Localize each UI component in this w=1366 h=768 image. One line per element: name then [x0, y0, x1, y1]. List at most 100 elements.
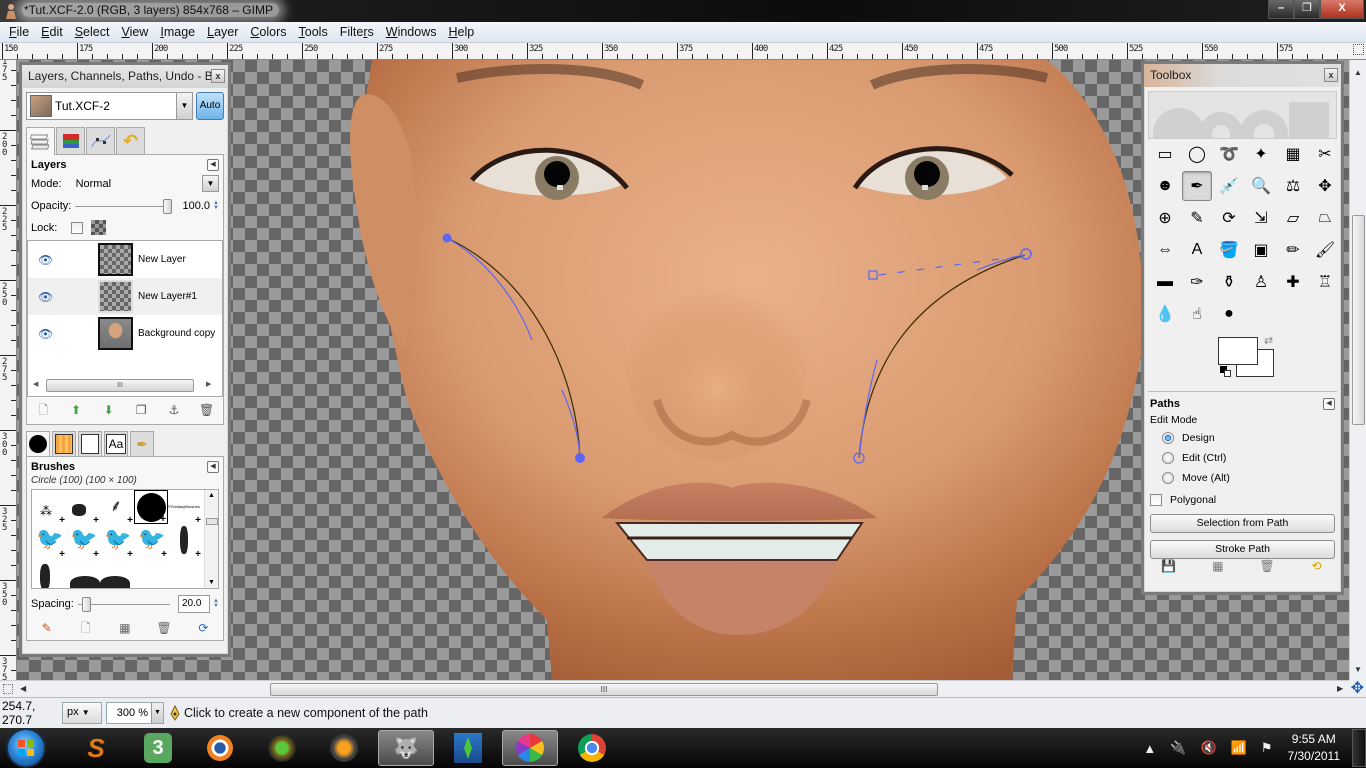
layer-row[interactable]: 👁 New Layer: [28, 241, 222, 278]
tool-measure[interactable]: ⚖: [1278, 171, 1308, 201]
menu-colors[interactable]: Colors: [244, 25, 292, 39]
tool-perspective[interactable]: ⏢: [1310, 203, 1340, 233]
tool-eraser[interactable]: ▬: [1150, 267, 1180, 297]
image-selector[interactable]: Tut.XCF-2 ▼: [26, 92, 193, 120]
scroll-up-arrow[interactable]: ▲: [1354, 68, 1362, 77]
taskbar-sims[interactable]: [440, 730, 496, 766]
vertical-scrollbar[interactable]: ▲ ▼: [1349, 44, 1366, 680]
radio-unchecked[interactable]: [1162, 452, 1174, 464]
radio-unchecked[interactable]: [1162, 472, 1174, 484]
tool-rect-select[interactable]: ▭: [1150, 139, 1180, 169]
duplicate-brush-icon[interactable]: ▦: [117, 620, 133, 636]
tool-blur-sharpen[interactable]: 💧: [1150, 299, 1180, 329]
menu-tools[interactable]: Tools: [293, 25, 334, 39]
menu-windows[interactable]: Windows: [380, 25, 443, 39]
tool-foreground-select[interactable]: ☻: [1150, 171, 1180, 201]
tool-fuzzy-select[interactable]: ✦: [1246, 139, 1276, 169]
tool-heal[interactable]: ✚: [1278, 267, 1308, 297]
lock-pixels-checkbox[interactable]: [71, 221, 84, 234]
tool-paths[interactable]: ✒: [1182, 171, 1212, 201]
horizontal-scroll-thumb[interactable]: III: [270, 683, 938, 696]
opacity-slider-handle[interactable]: [163, 198, 173, 214]
tool-clone[interactable]: ♙: [1246, 267, 1276, 297]
layer-list-scroll-thumb[interactable]: III: [46, 379, 194, 392]
start-button[interactable]: [6, 728, 46, 768]
tool-paintbrush[interactable]: 🖌: [1310, 235, 1340, 265]
brush-item[interactable]: [66, 558, 100, 588]
action-center-flag-icon[interactable]: ⚑: [1261, 740, 1273, 756]
lock-alpha-icon[interactable]: [91, 220, 107, 235]
menu-view[interactable]: View: [115, 25, 154, 39]
brush-item[interactable]: 🐦 +: [134, 524, 168, 560]
power-icon[interactable]: 🔌: [1170, 740, 1186, 756]
delete-brush-icon[interactable]: 🗑: [156, 620, 172, 636]
foreground-color-swatch[interactable]: [1218, 337, 1258, 365]
tool-free-select[interactable]: ➰: [1214, 139, 1244, 169]
anchor-point[interactable]: [442, 233, 452, 243]
swap-colors-icon[interactable]: ⇄: [1264, 334, 1273, 347]
polygonal-checkbox[interactable]: [1150, 494, 1162, 506]
minimize-button[interactable]: –: [1268, 0, 1294, 19]
spacing-value[interactable]: 20.0: [178, 595, 210, 613]
clock[interactable]: 9:55 AM 7/30/2011: [1288, 731, 1341, 765]
brush-item[interactable]: [100, 558, 134, 588]
tab-channels[interactable]: [56, 127, 85, 154]
anchor-point[interactable]: [575, 453, 585, 463]
mode-design-radio[interactable]: Design: [1144, 428, 1341, 448]
close-toolbox-button[interactable]: x: [1324, 68, 1338, 82]
mode-move-radio[interactable]: Move (Alt): [1144, 468, 1341, 488]
spacing-slider[interactable]: [77, 596, 170, 612]
mode-dropdown-arrow[interactable]: ▼: [202, 175, 219, 192]
tool-bucket-fill[interactable]: 🪣: [1214, 235, 1244, 265]
tab-undo[interactable]: ↶: [116, 127, 145, 154]
new-brush-icon[interactable]: 🗋: [78, 620, 94, 636]
tab-brushes[interactable]: [26, 431, 50, 456]
restore-button[interactable]: ❐: [1294, 0, 1320, 19]
tool-ellipse-select[interactable]: ◯: [1182, 139, 1212, 169]
quick-mask-icon[interactable]: [3, 684, 13, 694]
menu-image[interactable]: Image: [154, 25, 201, 39]
tab-patterns[interactable]: [52, 431, 76, 456]
close-button[interactable]: X: [1320, 0, 1364, 19]
show-desktop-button[interactable]: [1352, 729, 1366, 767]
brush-scrollbar[interactable]: ▲ ▼: [204, 490, 218, 588]
layer-row[interactable]: 👁 New Layer#1: [28, 278, 222, 315]
tab-gradients[interactable]: [78, 431, 102, 456]
panel-menu-button[interactable]: ◀: [207, 159, 219, 171]
tool-shear[interactable]: ▱: [1278, 203, 1308, 233]
taskbar-chrome[interactable]: [564, 730, 620, 766]
tool-flip[interactable]: ⇔: [1150, 235, 1180, 265]
delete-options-icon[interactable]: 🗑: [1259, 558, 1275, 574]
panel-menu-button[interactable]: ◀: [1323, 398, 1335, 410]
tool-airbrush[interactable]: ✑: [1182, 267, 1212, 297]
brush-item[interactable]: ⸙ +: [100, 490, 134, 526]
tool-scale[interactable]: ⇲: [1246, 203, 1276, 233]
brush-item[interactable]: 🐦 +: [32, 524, 66, 560]
panel-menu-button[interactable]: ◀: [207, 461, 219, 473]
spacing-spin-arrows[interactable]: ▲ ▼: [213, 598, 219, 609]
brush-item[interactable]: 🐦 +: [100, 524, 134, 560]
menu-help[interactable]: Help: [442, 25, 480, 39]
visibility-eye-icon[interactable]: 👁: [38, 327, 53, 341]
opacity-slider[interactable]: [75, 198, 173, 214]
tool-zoom[interactable]: 🔍: [1246, 171, 1276, 201]
tab-tool-options[interactable]: ✒: [130, 431, 154, 456]
zoom-select[interactable]: 300 % ▼: [106, 702, 164, 724]
scroll-down-arrow[interactable]: ▼: [1354, 665, 1362, 674]
taskbar-app-s[interactable]: S: [68, 730, 124, 766]
anchor-layer-icon[interactable]: ⚓: [166, 402, 182, 418]
brush-item[interactable]: ©FantasyBrushes +: [168, 490, 202, 526]
spacing-slider-handle[interactable]: [82, 596, 92, 612]
tab-paths[interactable]: [86, 127, 115, 154]
menu-layer[interactable]: Layer: [201, 25, 244, 39]
tool-scissors-select[interactable]: ✂: [1310, 139, 1340, 169]
show-hidden-icons-arrow[interactable]: ▲: [1143, 741, 1156, 756]
tool-move[interactable]: ✥: [1310, 171, 1340, 201]
scroll-left-arrow[interactable]: ◀: [33, 380, 38, 388]
tool-crop[interactable]: ✎: [1182, 203, 1212, 233]
tool-text[interactable]: A: [1182, 235, 1212, 265]
brush-grid[interactable]: ⁂ + + ⸙ + + ©FantasyBrushes + 🐦 + 🐦 + 🐦 + 🐦 + +…: [31, 489, 219, 589]
layer-row[interactable]: 👁 Background copy: [28, 315, 222, 352]
edit-brush-icon[interactable]: ✎: [39, 620, 55, 636]
duplicate-layer-icon[interactable]: ❐: [133, 402, 149, 418]
